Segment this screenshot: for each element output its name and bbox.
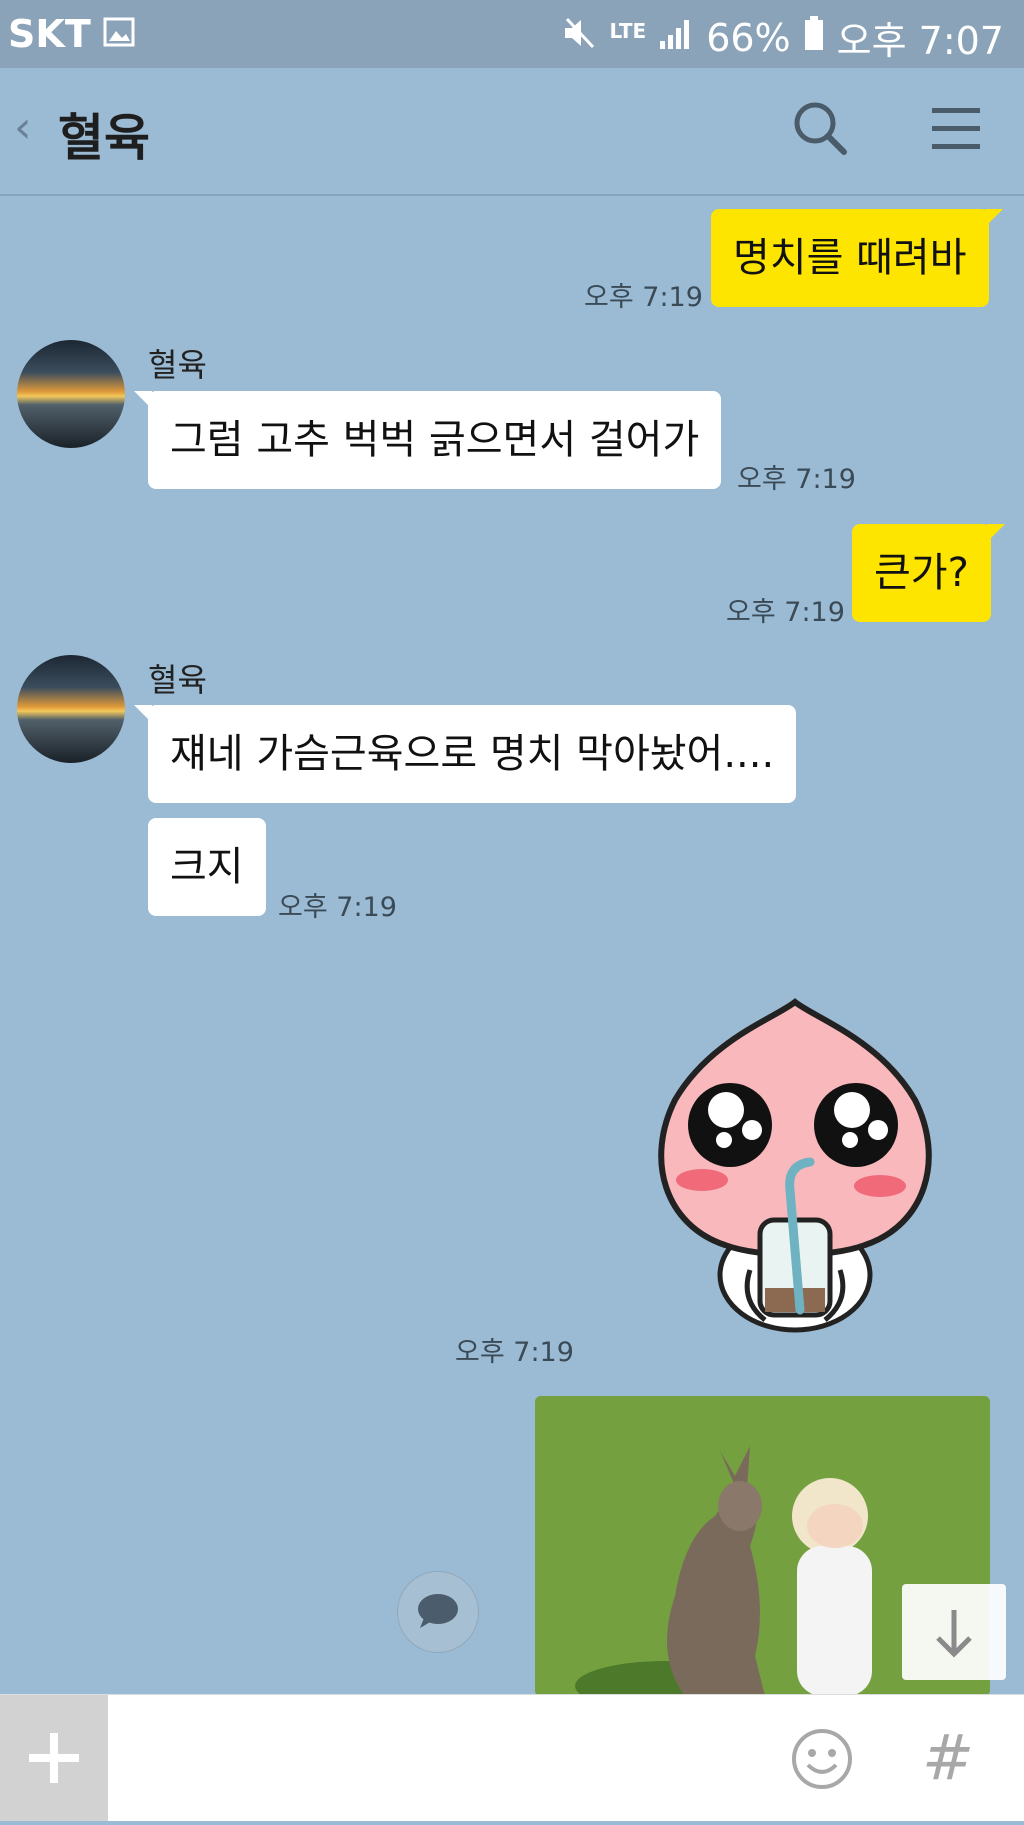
my-message-bubble[interactable]: 명치를 때려바 — [711, 209, 1003, 307]
attach-button[interactable] — [0, 1695, 108, 1821]
message-time: 오후 7:19 — [584, 282, 703, 313]
avatar[interactable] — [17, 655, 125, 763]
chat-header: ‹ 혈육 — [0, 68, 1024, 196]
chat-bubble-icon — [418, 1594, 458, 1628]
hashtag-button[interactable]: # — [922, 1721, 974, 1794]
arrow-down-icon — [936, 1610, 972, 1658]
image-icon — [103, 12, 135, 56]
message-text: 쟤네 가슴근육으로 명치 막아놨어.... — [170, 731, 775, 777]
other-message-bubble[interactable]: 그럼 고추 벅벅 긁으면서 걸어가 — [133, 391, 722, 489]
avatar[interactable] — [17, 340, 125, 448]
message-input-bar: # — [0, 1694, 1024, 1821]
peach-sticker[interactable] — [640, 990, 950, 1340]
menu-icon[interactable] — [930, 106, 982, 156]
other-message-bubble[interactable]: 쟤네 가슴근육으로 명치 막아놨어.... — [133, 705, 797, 803]
search-icon[interactable] — [790, 98, 850, 162]
floating-chat-button[interactable] — [397, 1571, 479, 1653]
scroll-to-bottom-button[interactable] — [902, 1584, 1006, 1680]
back-button[interactable]: ‹ — [14, 102, 32, 153]
other-message-bubble[interactable]: 크지 — [148, 818, 266, 916]
message-text: 그럼 고추 벅벅 긁으면서 걸어가 — [170, 417, 700, 463]
message-input[interactable] — [120, 1715, 764, 1803]
sender-name: 혈육 — [148, 346, 207, 384]
emoji-icon[interactable] — [790, 1727, 854, 1795]
message-time: 오후 7:19 — [455, 1337, 574, 1368]
message-text: 명치를 때려바 — [733, 235, 967, 281]
chat-title[interactable]: 혈육 — [58, 98, 150, 170]
clock: 오후 7:07 — [836, 19, 1004, 63]
signal-icon — [658, 16, 694, 60]
message-time: 오후 7:19 — [726, 597, 845, 628]
plus-icon — [29, 1733, 79, 1783]
carrier-label: SKT — [8, 12, 91, 56]
battery-percent: 66% — [706, 15, 791, 60]
message-time: 오후 7:19 — [278, 892, 397, 923]
sender-name: 혈육 — [148, 661, 207, 699]
battery-icon — [803, 15, 825, 60]
status-bar: SKT LTE 66% 오후 7:07 — [0, 0, 1024, 68]
my-message-bubble[interactable]: 큰가? — [852, 524, 1005, 622]
message-time: 오후 7:19 — [737, 464, 856, 495]
mute-icon — [561, 15, 597, 60]
message-text: 큰가? — [874, 550, 969, 596]
message-text: 크지 — [170, 844, 244, 890]
network-label: LTE — [609, 18, 647, 43]
